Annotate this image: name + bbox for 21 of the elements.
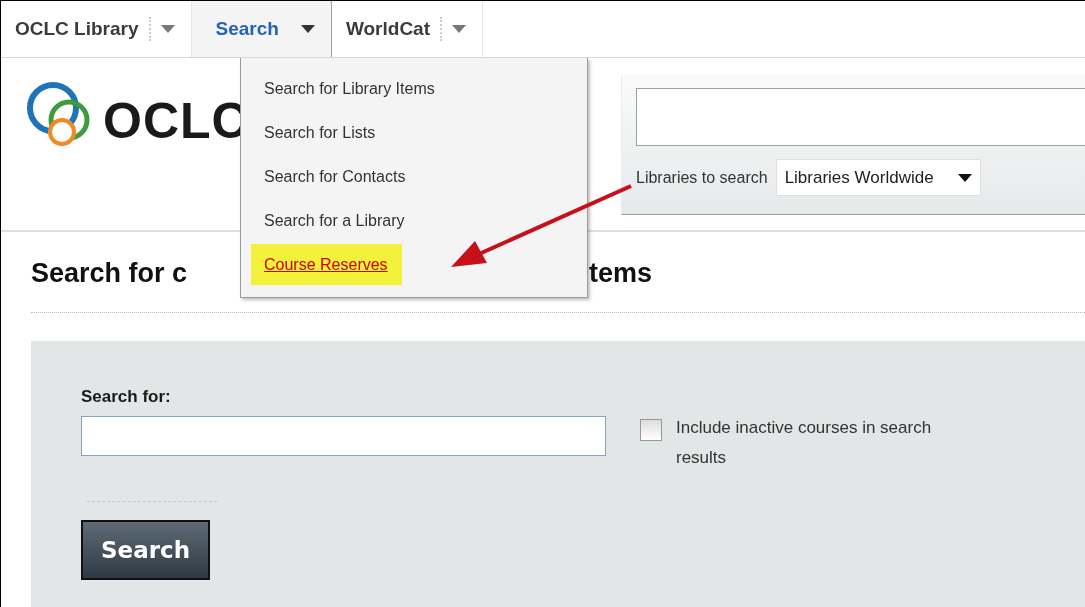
caret-icon xyxy=(300,25,315,33)
logo-text: OCLC xyxy=(103,96,249,146)
checkbox[interactable] xyxy=(640,419,662,441)
menu-item[interactable]: Search for a Library xyxy=(251,206,418,235)
menu-item[interactable]: Search for Lists xyxy=(251,118,389,147)
page-heading: tems xyxy=(589,258,653,290)
menu-item[interactable]: Search for Contacts xyxy=(251,162,419,191)
search-button[interactable]: Search xyxy=(81,520,211,580)
libraries-label: Libraries to search xyxy=(636,168,768,187)
menu-item[interactable]: Search for Library Items xyxy=(251,74,448,103)
libraries-select[interactable]: Libraries Worldwide xyxy=(775,159,981,196)
caret-icon xyxy=(957,173,972,182)
page-heading: Search for c xyxy=(31,258,188,288)
caret-icon xyxy=(452,25,466,33)
checkbox-label: Include inactive courses in search results xyxy=(676,417,933,469)
nav-tab[interactable]: Search xyxy=(191,1,332,57)
search-input-field[interactable] xyxy=(81,416,606,456)
search-label: Search for: xyxy=(81,387,172,407)
caret-icon xyxy=(160,25,175,33)
search-field[interactable] xyxy=(636,88,1085,146)
menu-item[interactable]: Course Reserves xyxy=(251,244,402,285)
